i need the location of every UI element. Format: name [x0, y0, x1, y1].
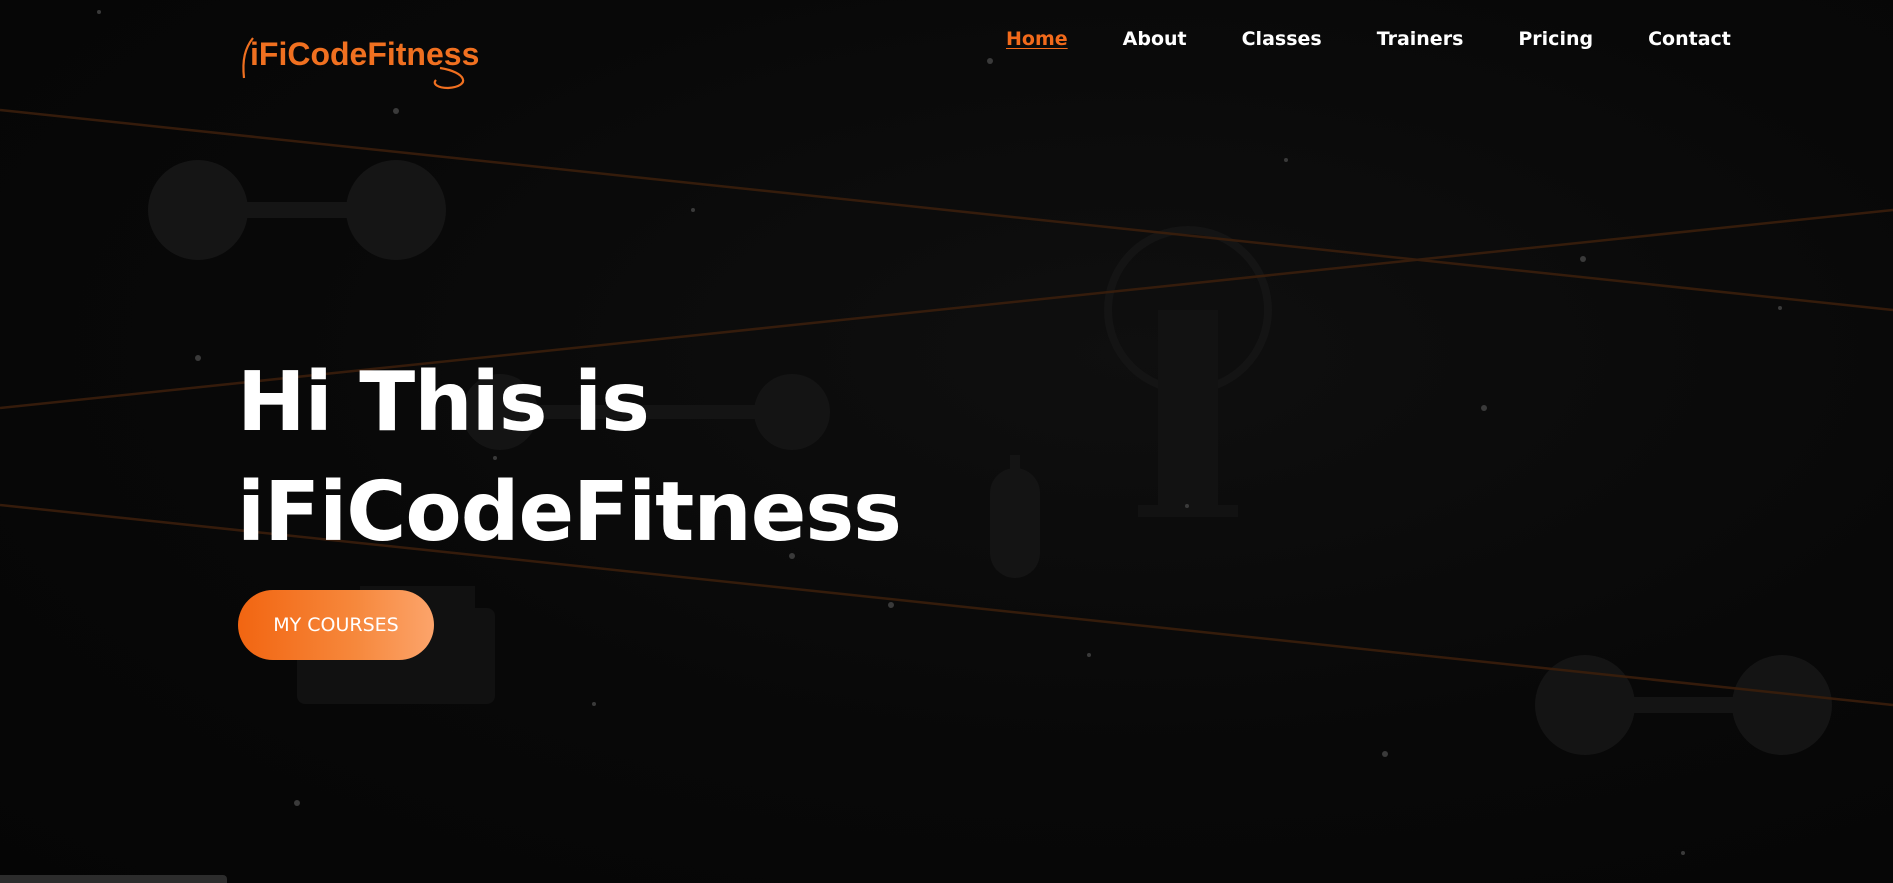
hero-title-line1: Hi This is — [237, 355, 650, 450]
nav-pricing[interactable]: Pricing — [1518, 28, 1593, 50]
nav-home[interactable]: Home — [1006, 28, 1068, 50]
nav-classes[interactable]: Classes — [1242, 28, 1322, 50]
logo-link[interactable]: iFiCodeFitness — [240, 22, 490, 92]
logo-swoosh-icon — [242, 37, 465, 90]
nav-links: Home About Classes Trainers Pricing Cont… — [1006, 28, 1786, 50]
page: iFiCodeFitness Home About Classes Traine… — [0, 0, 1893, 883]
nav-trainers[interactable]: Trainers — [1377, 28, 1464, 50]
dumbbell-icon — [148, 160, 446, 260]
hero-title: Hi This is iFiCodeFitness — [237, 348, 902, 568]
navbar: iFiCodeFitness Home About Classes Traine… — [0, 0, 1893, 90]
kettlebell-icon — [1104, 226, 1272, 517]
scroll-progress-bar — [0, 875, 227, 883]
nav-about[interactable]: About — [1123, 28, 1187, 50]
nav-contact[interactable]: Contact — [1648, 28, 1731, 50]
dumbbell-icon — [1535, 655, 1832, 755]
hero-title-line2: iFiCodeFitness — [237, 465, 902, 560]
my-courses-button[interactable]: MY COURSES — [238, 590, 434, 660]
bottle-icon — [990, 455, 1040, 578]
